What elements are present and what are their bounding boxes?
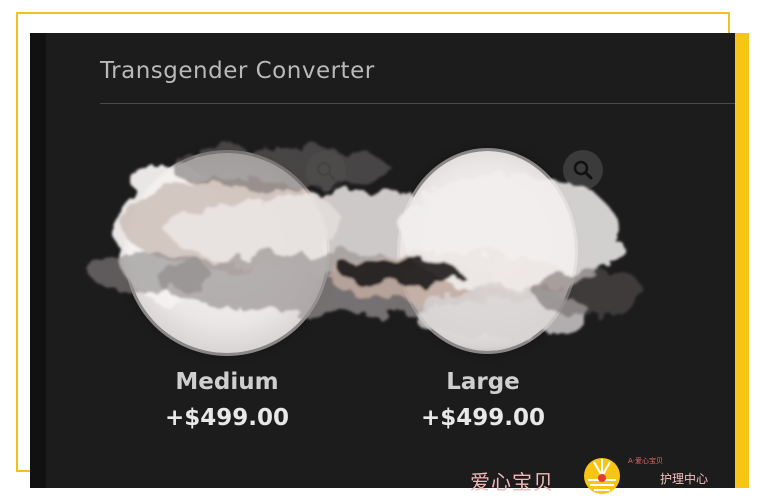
product-price: +$499.00: [164, 405, 290, 431]
title-divider: [100, 103, 735, 104]
zoom-button[interactable]: [563, 150, 603, 190]
search-icon: [573, 160, 593, 180]
watermark-brand: 爱心宝贝: [470, 470, 554, 494]
product-name[interactable]: Medium: [127, 369, 327, 395]
sun-logo-icon: [584, 458, 620, 494]
watermark-subtitle: 护理中心: [660, 472, 709, 486]
product-panel: Transgender Converter Medium +$499.00 La…: [30, 33, 735, 488]
watermark-small-text: A·爱心宝贝: [628, 457, 664, 465]
panel-edge: [30, 33, 46, 488]
product-card-large[interactable]: Large +$499.00: [383, 143, 583, 463]
page-title: Transgender Converter: [100, 58, 375, 84]
product-price: +$499.00: [420, 405, 546, 431]
product-image[interactable]: [400, 151, 575, 351]
product-card-medium[interactable]: Medium +$499.00: [127, 143, 327, 463]
search-icon: [316, 161, 336, 181]
product-name[interactable]: Large: [383, 369, 583, 395]
product-image[interactable]: [127, 153, 327, 353]
zoom-button[interactable]: [306, 151, 346, 191]
